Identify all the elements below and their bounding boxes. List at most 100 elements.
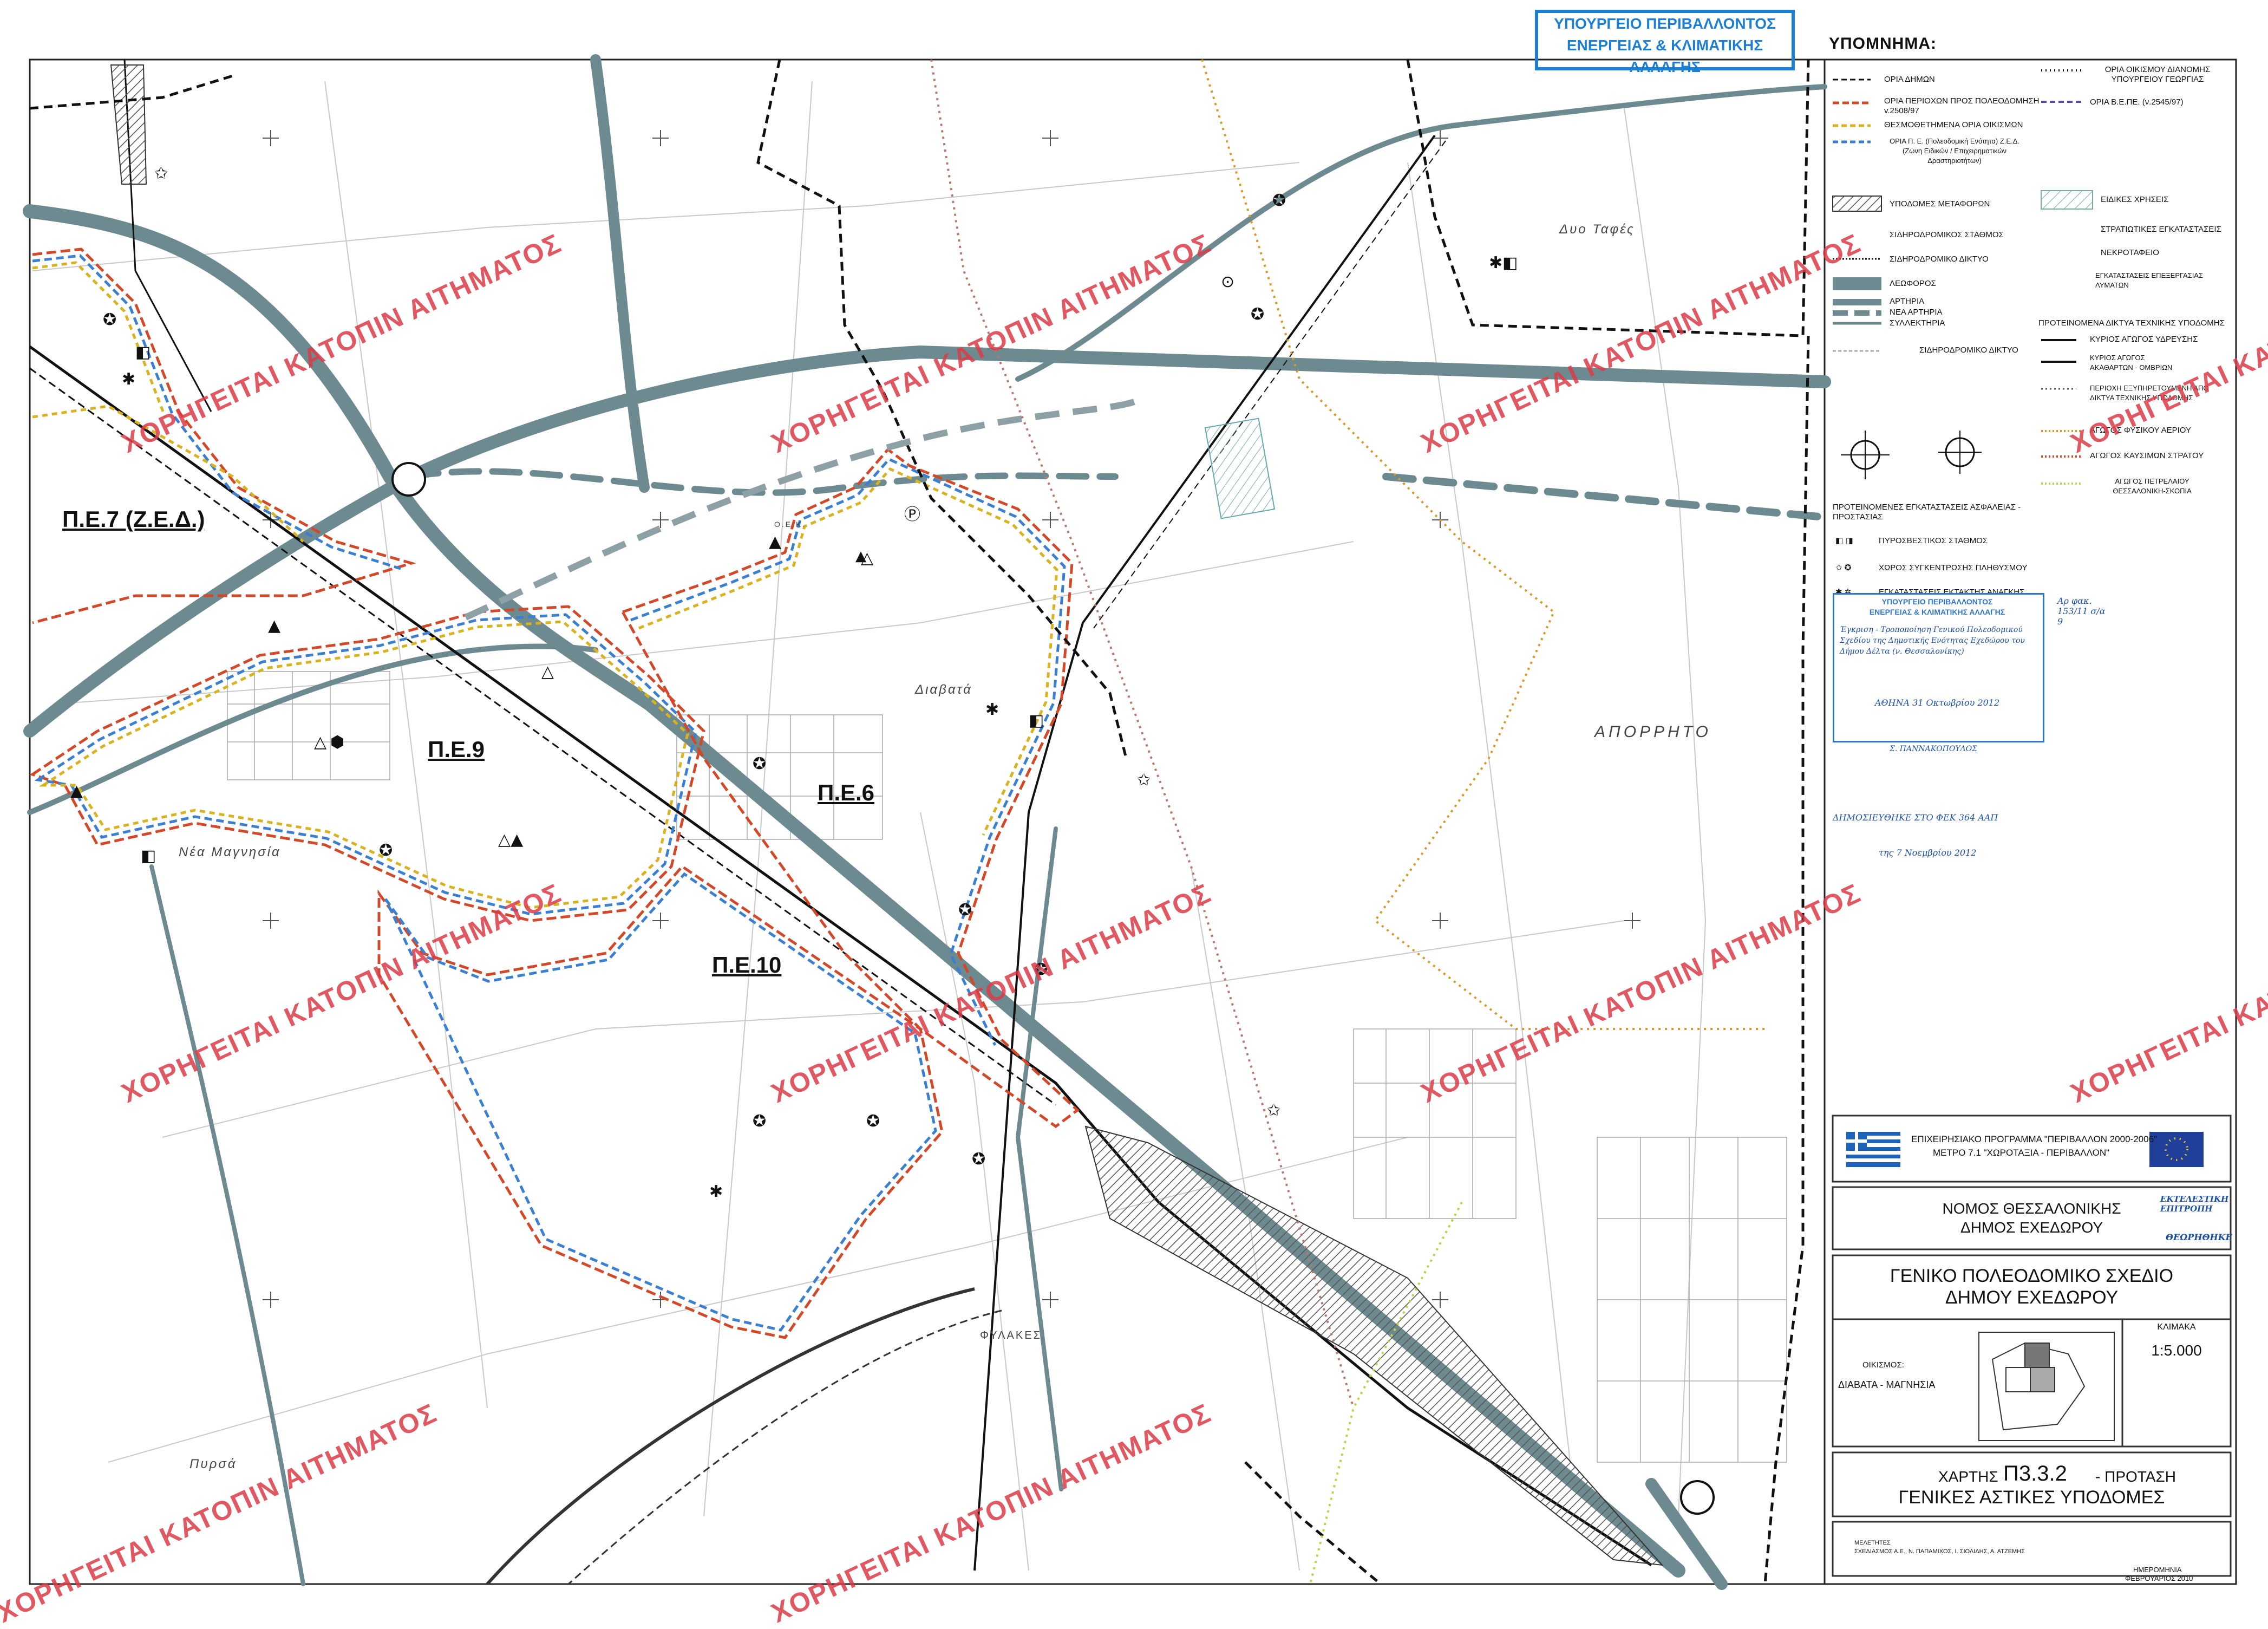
emergency-facility-icon: ✱	[709, 1182, 723, 1201]
zone-label: Π.Ε.9	[428, 737, 485, 762]
legend-label: ΑΡΤΗΡΙΑ	[1890, 297, 1925, 306]
ministry-stamp-top: ΥΠΟΥΡΓΕΙΟ ΠΕΡΙΒΑΛΛΟΝΤΟΣ ΕΝΕΡΓΕΙΑΣ & ΚΛΙΜ…	[1535, 10, 1795, 75]
handwritten-date: ΑΘΗΝΑ 31 Οκτωβρίου 2012	[1874, 698, 2000, 708]
legend-label: ΠΡΟΤΕΙΝΟΜΕΝΕΣ ΕΓΚΑΤΑΣΤΑΣΕΙΣ ΑΣΦΑΛΕΙΑΣ - …	[1833, 503, 2021, 522]
assembly-point-icon: ✩	[154, 164, 168, 183]
handwritten-note: Έγκριση - Τροποποίηση Γενικού Πολεοδομικ…	[1840, 625, 2025, 656]
assembly-point-icon: ✪	[866, 1112, 880, 1131]
legend-label: ΠΡΟΤΕΙΝΟΜΕΝΑ ΔΙΚΤΥΑ ΤΕΧΝΙΚΗΣ ΥΠΟΔΟΜΗΣ	[2038, 318, 2225, 328]
assembly-point-icon: ✩	[1267, 1101, 1280, 1120]
fire-station-icon: ◧	[1029, 711, 1044, 730]
stamp-line: ΕΝΕΡΓΕΙΑΣ & ΚΛΙΜΑΤΙΚΗΣ ΑΛΛΑΓΗΣ	[1869, 608, 2005, 616]
emergency-facility-icon: ✱◧	[1489, 253, 1518, 272]
assembly-point-icon: ✪	[379, 841, 393, 860]
triangle-icon: △	[541, 662, 554, 681]
legend-label: ΕΙΔΙΚΕΣ ΧΡΗΣΕΙΣ	[2101, 195, 2169, 204]
assembly-point-icon: ✩ ✪	[1835, 563, 1852, 572]
triangle-filled-icon: ▲	[268, 616, 280, 635]
assembly-point-icon: ✪	[103, 310, 116, 329]
signature-name: Σ. ΠΑΝΝΑΚΟΠΟΥΛΟΣ	[1890, 745, 1978, 753]
settlement-name: ΔΙΑΒΑΤΑ - ΜΑΓΝΗΣΙΑ	[1838, 1379, 1936, 1390]
legend-label: ΠΥΡΟΣΒΕΣΤΙΚΟΣ ΣΤΑΘΜΟΣ	[1879, 536, 1988, 545]
approval-stamp: ΘΕΩΡΗΘΗΚΕ	[2166, 1232, 2232, 1242]
plan-title: ΓΕΝΙΚΟ ΠΟΛΕΟΔΟΜΙΚΟ ΣΧΕΔΙΟ	[1890, 1266, 2174, 1286]
ministry-stamp-approval: ΥΠΟΥΡΓΕΙΟ ΠΕΡΙΒΑΛΛΟΝΤΟΣ ΕΝΕΡΓΕΙΑΣ & ΚΛΙΜ…	[1833, 593, 2044, 742]
map-frame	[29, 58, 1826, 1585]
assembly-point-icon: ✩	[1137, 771, 1151, 790]
legend-label: ΟΡΙΑ ΠΕΡΙΟΧΩΝ ΠΡΟΣ ΠΟΛΕΟΔΟΜΗΣΗ v.2508/97	[1884, 96, 2040, 115]
legend-label: ΑΓΩΓΟΣ ΠΕΤΡΕΛΑΙΟΥ ΘΕΣΣΑΛΟΝΙΚΗ-ΣΚΟΠΙΑ	[2113, 477, 2192, 495]
triangle-filled-icon: ▲	[769, 532, 781, 551]
stamp-line: ΥΠΟΥΡΓΕΙΟ ΠΕΡΙΒΑΛΛΟΝΤΟΣ	[1554, 15, 1776, 32]
stamp-line: ΥΠΟΥΡΓΕΙΟ ΠΕΡΙΒΑΛΛΟΝΤΟΣ	[1881, 597, 1993, 606]
scale-label: ΚΛΙΜΑΚΑ	[2157, 1322, 2196, 1332]
assembly-point-icon: ✪	[753, 754, 766, 773]
map-code: Π3.3.2	[2003, 1462, 2067, 1485]
place-name: Διαβατά	[915, 682, 972, 697]
place-name: Ο.Ε.Κ.	[774, 520, 807, 529]
legend-label: ΑΓΩΓΟΣ ΚΑΥΣΙΜΩΝ ΣΤΡΑΤΟΥ	[2090, 451, 2204, 460]
place-name: ΑΠΟΡΡΗΤΟ	[1594, 723, 1711, 741]
legend-label: ΝΕΑ ΑΡΤΗΡΙΑ	[1890, 308, 1943, 317]
legend-label: ΥΠΟΔΟΜΕΣ ΜΕΤΑΦΟΡΩΝ	[1890, 199, 1990, 208]
map-title: ΓΕΝΙΚΕΣ ΑΣΤΙΚΕΣ ΥΠΟΔΟΜΕΣ	[1898, 1487, 2165, 1508]
legend-label: ΣΙΔΗΡΟΔΡΟΜΙΚΟ ΔΙΚΤΥΟ	[1890, 255, 1989, 264]
triangle-icon: △	[314, 733, 326, 752]
legend-label: ΚΥΡΙΟΣ ΑΓΩΓΟΣ ΥΔΡΕΥΣΗΣ	[2090, 335, 2198, 344]
place-name: Νέα Μαγνησία	[179, 845, 281, 859]
program-name: ΕΠΙΧΕΙΡΗΣΙΑΚΟ ΠΡΟΓΡΑΜΜΑ "ΠΕΡΙΒΑΛΛΟΝ 2000…	[1911, 1134, 2158, 1144]
place-name: ΦΥΛΑΚΕΣ	[980, 1330, 1042, 1341]
zone-label: Π.Ε.10	[712, 952, 782, 978]
legend-label: ΣΙΔΗΡΟΔΡΟΜΙΚΟΣ ΣΤΑΘΜΟΣ	[1890, 230, 2004, 239]
legend-label: ΘΕΣΜΟΘΕΤΗΜΕΝΑ ΟΡΙΑ ΟΙΚΙΣΜΩΝ	[1884, 120, 2023, 129]
legend-label: ΟΡΙΑ ΔΗΜΩΝ	[1884, 75, 1935, 84]
handwritten-ref: Αρ φακ. 153/11 σ/α 9	[2057, 596, 2106, 627]
assembly-point-icon: ✪	[958, 901, 972, 920]
legend-label: ΕΓΚΑΤΑΣΤΑΣΕΙΣ ΕΠΕΞΕΡΓΑΣΙΑΣ ΛΥΜΑΤΩΝ	[2095, 271, 2204, 289]
assembly-point-icon: ✪	[1272, 191, 1286, 210]
flag-greece-icon	[1846, 1132, 1900, 1167]
triangle-filled-icon: ▲	[70, 781, 83, 800]
legend-label: ΟΡΙΑ ΟΙΚΙΣΜΟΥ ΔΙΑΝΟΜΗΣ ΥΠΟΥΡΓΕΙΟΥ ΓΕΩΡΓΙ…	[2104, 65, 2211, 84]
legend-label: ΣΤΡΑΤΙΩΤΙΚΕΣ ΕΓΚΑΤΑΣΤΑΣΕΙΣ	[2101, 225, 2221, 234]
gazette-note: ΔΗΜΟΣΙΕΥΘΗΚΕ ΣΤΟ ΦΕΚ 364 ΑΑΠ	[1833, 812, 1998, 823]
military-icon: ⊙	[1221, 272, 1234, 291]
fire-station-icon: ◧ ◨	[1835, 536, 1853, 545]
triangle-icon: △▲	[498, 830, 523, 849]
legend-label: ΚΥΡΙΟΣ ΑΓΩΓΟΣ ΑΚΑΘΑΡΤΩΝ - ΟΜΒΡΙΩΝ	[2090, 354, 2173, 372]
scale-value: 1:5.000	[2151, 1342, 2202, 1359]
hospital-icon: ⬢	[330, 733, 344, 752]
assembly-point-icon: ✪	[753, 1112, 766, 1131]
gazette-date: της 7 Νοεμβρίου 2012	[1879, 848, 1977, 858]
legend-label: ΣΥΛΛΕΚΤΗΡΙΑ	[1890, 318, 1945, 328]
place-name: Πυρσά	[189, 1457, 237, 1471]
zone-label: Π.Ε.6	[818, 780, 875, 805]
assembly-point-icon: ✪	[972, 1150, 985, 1169]
legend-title: ΥΠΟΜΝΗΜΑ:	[1829, 35, 1937, 53]
authors: ΣΧΕΔΙΑΣΜΟΣ Α.Ε., Ν. ΠΑΠΑΜΙΧΟΣ, Ι. ΣΙΟΛΙΔ…	[1854, 1548, 2025, 1555]
triangle-filled-icon: ▲	[855, 548, 866, 564]
plan-title: ΔΗΜΟΥ ΕΧΕΔΩΡΟΥ	[1945, 1287, 2119, 1308]
legend-label: ΝΕΚΡΟΤΑΦΕΙΟ	[2101, 248, 2159, 257]
map-canvas[interactable]: ✩ ✪ ◧ ✱ ✪ ⊙ ✪ ✱◧ △ ▲ Ⓟ △ △ ⬢ ✱ ◧ ✪ ✩ ✪ ✪…	[0, 0, 2268, 1615]
assembly-point-icon: ✪	[1251, 305, 1264, 324]
flag-eu-icon	[2149, 1132, 2204, 1167]
committee-stamp: ΕΚΤΕΛΕΣΤΙΚΗ ΕΠΙΤΡΟΠΗ	[2160, 1194, 2229, 1214]
stamp-line: ΕΝΕΡΓΕΙΑΣ & ΚΛΙΜΑΤΙΚΗΣ ΑΛΛΑΓΗΣ	[1566, 37, 1763, 75]
emergency-facility-icon: ✱	[122, 370, 135, 389]
fire-station-icon: ◧	[141, 846, 156, 865]
date-value: ΦΕΒΡΟΥΑΡΙΟΣ 2010	[2125, 1574, 2193, 1582]
legend-label: ΧΩΡΟΣ ΣΥΓΚΕΝΤΡΩΣΗΣ ΠΛΗΘΥΣΜΟΥ	[1879, 563, 2028, 572]
settlement-label: ΟΙΚΙΣΜΟΣ:	[1862, 1360, 1904, 1370]
fire-station-icon: ◧	[135, 343, 151, 362]
map-kind: - ΠΡΟΤΑΣΗ	[2095, 1468, 2177, 1485]
emergency-facility-icon: ✱	[985, 700, 999, 719]
legend-label: ΣΙΔΗΡΟΔΡΟΜΙΚΟ ΔΙΚΤΥΟ	[1919, 346, 2018, 355]
legend-label: ΛΕΩΦΟΡΟΣ	[1890, 279, 1936, 288]
program-measure: ΜΕΤΡΟ 7.1 "ΧΩΡΟΤΑΞΙΑ - ΠΕΡΙΒΑΛΛΟΝ"	[1933, 1148, 2110, 1158]
parking-icon: Ⓟ	[904, 505, 920, 524]
zone-label: Π.Ε.7 (Ζ.Ε.Δ.)	[62, 506, 205, 532]
legend-label: ΟΡΙΑ Β.Ε.ΠΕ. (ν.2545/97)	[2090, 97, 2184, 107]
map-label: ΧΑΡΤΗΣ	[1938, 1468, 1998, 1485]
legend-label: ΟΡΙΑ Π. Ε. (Πολεοδομική Ενότητα) Ζ.Ε.Δ. …	[1890, 137, 2019, 165]
